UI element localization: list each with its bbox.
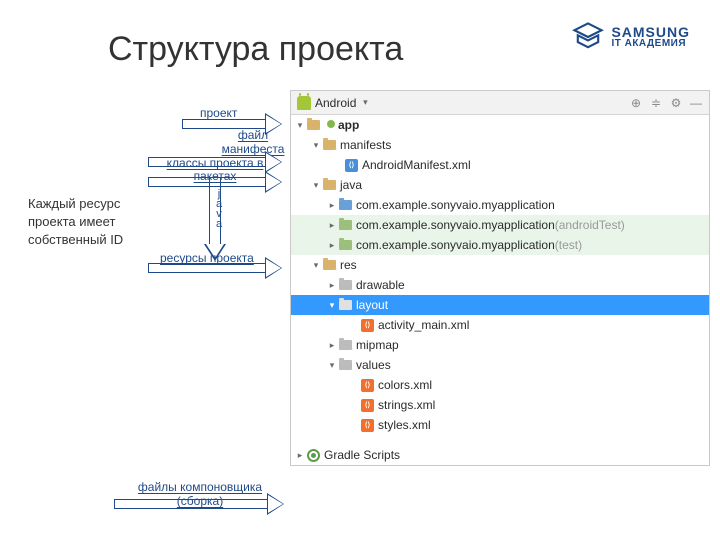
node-values[interactable]: ▾values (291, 355, 709, 375)
node-activity-main[interactable]: ⟨⟩activity_main.xml (291, 315, 709, 335)
node-strings[interactable]: ⟨⟩strings.xml (291, 395, 709, 415)
arrow-gradle (114, 494, 284, 514)
xml-icon: ⟨⟩ (345, 159, 358, 172)
node-colors[interactable]: ⟨⟩colors.xml (291, 375, 709, 395)
samsung-logo: SAMSUNG IT АКАДЕМИЯ (571, 20, 690, 54)
arrow-resources (148, 258, 282, 278)
hide-icon[interactable]: — (689, 96, 703, 110)
resource-id-note: Каждый ресурс проекта имеет собственный … (28, 195, 148, 250)
ide-project-panel: Android ▾ ⊕ ≑ ⚙ — ▾app ▾manifests ⟨⟩Andr… (290, 90, 710, 466)
node-layout[interactable]: ▾layout (291, 295, 709, 315)
page-title: Структура проекта (108, 30, 403, 69)
xml-icon: ⟨⟩ (361, 399, 374, 412)
logo-sub-text: IT АКАДЕМИЯ (611, 39, 690, 49)
node-drawable[interactable]: ▸drawable (291, 275, 709, 295)
gear-icon[interactable]: ⚙ (669, 96, 683, 110)
academy-icon (571, 20, 605, 54)
node-pkg3[interactable]: ▸com.example.sonyvaio.myapplication (tes… (291, 235, 709, 255)
node-app[interactable]: ▾app (291, 115, 709, 135)
chevron-down-icon[interactable]: ▾ (360, 97, 370, 108)
node-res[interactable]: ▾res (291, 255, 709, 275)
xml-icon: ⟨⟩ (361, 419, 374, 432)
logo-main-text: SAMSUNG (611, 25, 690, 39)
node-java[interactable]: ▾java (291, 175, 709, 195)
node-styles[interactable]: ⟨⟩styles.xml (291, 415, 709, 435)
label-java: java (213, 188, 224, 228)
node-manifests[interactable]: ▾manifests (291, 135, 709, 155)
expand-icon[interactable]: ≑ (649, 96, 663, 110)
node-pkg2[interactable]: ▸com.example.sonyvaio.myapplication (and… (291, 215, 709, 235)
collapse-icon[interactable]: ⊕ (629, 96, 643, 110)
node-pkg1[interactable]: ▸com.example.sonyvaio.myapplication (291, 195, 709, 215)
xml-icon: ⟨⟩ (361, 379, 374, 392)
android-icon (297, 96, 311, 110)
node-manifest-file[interactable]: ⟨⟩AndroidManifest.xml (291, 155, 709, 175)
node-gradle-scripts[interactable]: ▸Gradle Scripts (291, 445, 709, 465)
node-mipmap[interactable]: ▸mipmap (291, 335, 709, 355)
spacer (291, 435, 709, 445)
xml-icon: ⟨⟩ (361, 319, 374, 332)
gradle-icon (307, 449, 320, 462)
view-mode[interactable]: Android (315, 96, 356, 110)
ide-toolbar: Android ▾ ⊕ ≑ ⚙ — (291, 91, 709, 115)
